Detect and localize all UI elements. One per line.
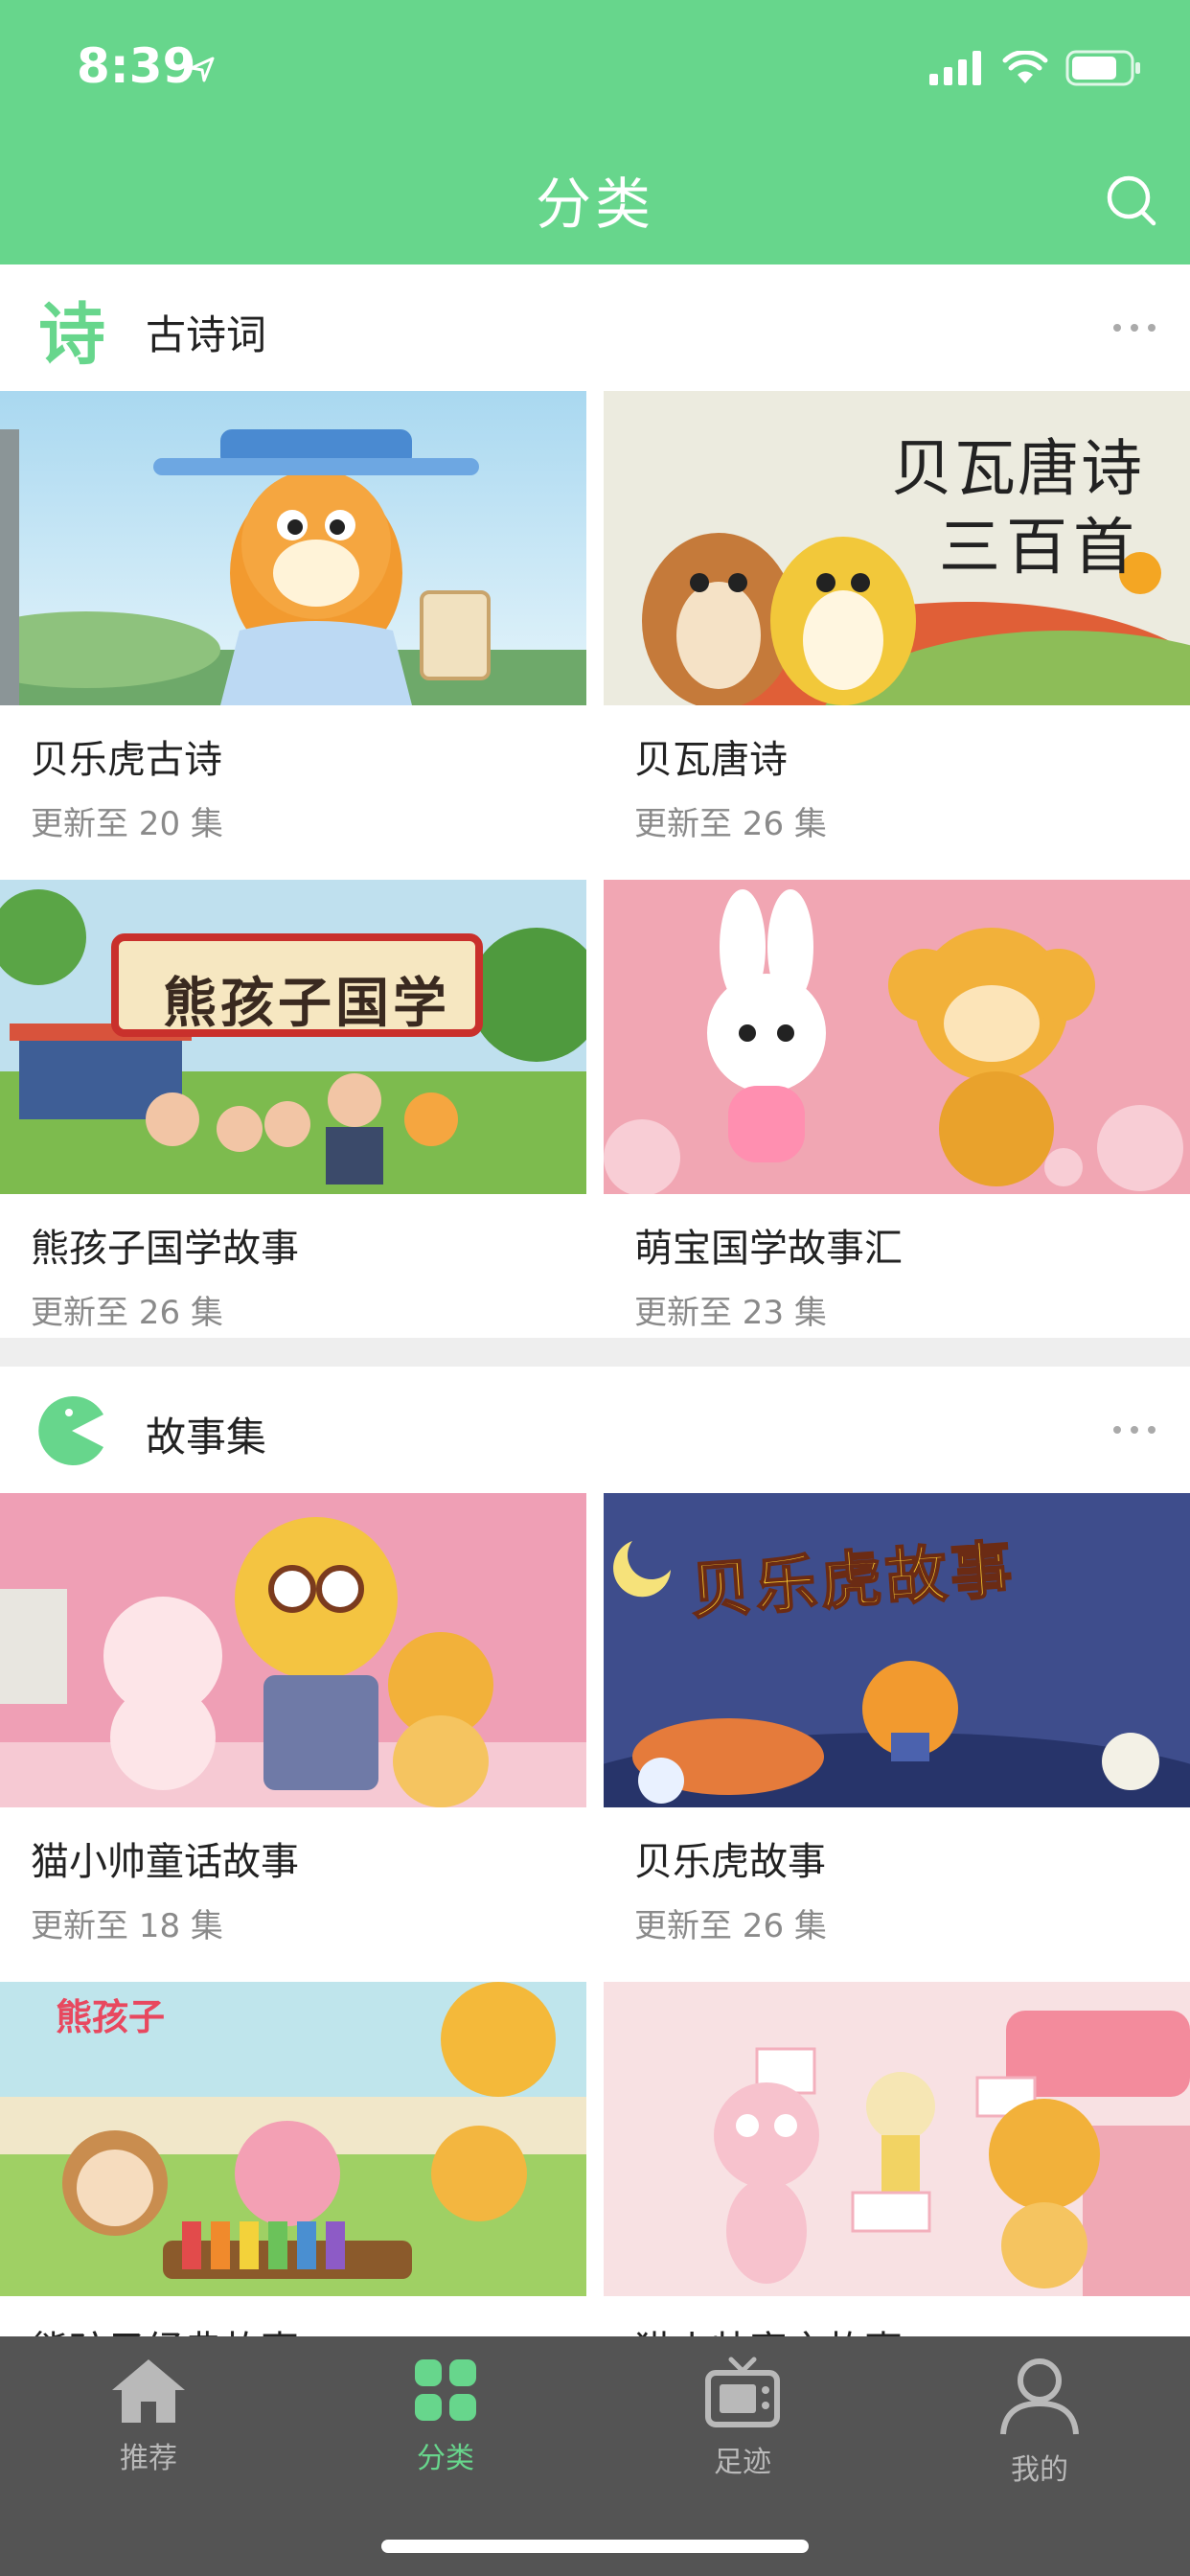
- tab-history[interactable]: 足迹: [647, 2356, 838, 2480]
- thumbnail-caption: 三百首: [939, 513, 1140, 584]
- card-xionghaizi-classic[interactable]: 熊孩子 熊孩子经典故事: [0, 1982, 586, 2336]
- section-header: 故事集: [0, 1367, 1190, 1493]
- card-beiwa-tang-poems[interactable]: 贝瓦唐诗 三百首 贝瓦唐诗 更新至 26 集: [604, 391, 1190, 878]
- card-episodes: 更新至 26 集: [634, 1907, 827, 1945]
- section-title: 故事集: [146, 1414, 267, 1460]
- thumbnail: [604, 880, 1190, 1194]
- status-time: 8:39: [77, 38, 196, 94]
- home-icon: [112, 2359, 185, 2423]
- thumbnail: [0, 1493, 586, 1807]
- pacman-section-icon: [34, 1393, 109, 1468]
- thumbnail: [604, 1982, 1190, 2296]
- card-xionghaizi-guoxue[interactable]: 熊孩子国学 熊孩子国学故事 更新至 26 集: [0, 880, 586, 1338]
- card-title: 猫小帅寓言故事: [634, 2319, 903, 2336]
- location-arrow-icon: [190, 57, 215, 82]
- card-episodes: 更新至 23 集: [634, 1294, 827, 1332]
- card-title: 贝乐虎故事: [634, 1840, 826, 1884]
- card-title: 贝瓦唐诗: [634, 738, 788, 782]
- tab-label: 我的: [1011, 2453, 1068, 2487]
- card-title: 贝乐虎古诗: [31, 738, 222, 782]
- tab-label: 分类: [417, 2442, 474, 2475]
- card-beilehu-poems[interactable]: 贝乐虎古诗 更新至 20 集: [0, 391, 586, 878]
- card-episodes: 更新至 18 集: [31, 1907, 223, 1945]
- card-episodes: 更新至 26 集: [31, 1294, 223, 1332]
- card-episodes: 更新至 20 集: [31, 805, 223, 843]
- battery-icon: [1065, 50, 1140, 86]
- search-icon[interactable]: [1102, 169, 1163, 230]
- grid-icon: [415, 2359, 476, 2421]
- home-indicator[interactable]: [381, 2540, 809, 2553]
- thumbnail-caption: 贝瓦唐诗: [891, 434, 1144, 505]
- section-title: 古诗词: [146, 311, 267, 358]
- section-header: 诗 古诗词: [0, 264, 1190, 391]
- card-title: 熊孩子国学故事: [31, 1227, 299, 1271]
- tv-icon: [705, 2357, 780, 2427]
- signal-icon: [929, 51, 981, 85]
- thumbnail: 熊孩子国学: [0, 880, 586, 1194]
- card-maoxiaoshuai-fairytale[interactable]: 猫小帅童话故事 更新至 18 集: [0, 1493, 586, 1980]
- card-beilehu-stories[interactable]: 贝乐虎故事 贝乐虎故事 更新至 26 集: [604, 1493, 1190, 1980]
- thumbnail: 贝瓦唐诗 三百首: [604, 391, 1190, 705]
- more-icon[interactable]: [1113, 324, 1156, 332]
- thumbnail: [0, 391, 586, 705]
- section-poetry: 诗 古诗词 贝乐虎古诗 更新至 20 集 贝瓦唐诗 三百首 贝瓦唐诗 更新至 2…: [0, 264, 1190, 1338]
- tab-label: 足迹: [714, 2446, 771, 2479]
- wifi-icon: [1002, 51, 1048, 83]
- tab-recommend[interactable]: 推荐: [53, 2356, 244, 2476]
- header-bar: 8:39 分类: [0, 0, 1190, 264]
- page-title: 分类: [535, 172, 654, 237]
- section-stories: 故事集 猫小帅童话故事 更新至 18 集 贝乐虎故事 贝乐虎故事 更新至 26 …: [0, 1367, 1190, 2336]
- person-icon: [1000, 2358, 1079, 2435]
- thumbnail: 贝乐虎故事: [604, 1493, 1190, 1807]
- card-maoxiaoshuai-fables[interactable]: 猫小帅寓言故事: [604, 1982, 1190, 2336]
- category-list[interactable]: 诗 古诗词 贝乐虎古诗 更新至 20 集 贝瓦唐诗 三百首 贝瓦唐诗 更新至 2…: [0, 264, 1190, 2336]
- thumbnail-caption: 熊孩子: [56, 1996, 166, 2038]
- status-icons: [929, 50, 1142, 86]
- card-title: 熊孩子经典故事: [31, 2319, 299, 2336]
- thumbnail: 熊孩子: [0, 1982, 586, 2296]
- tab-mine[interactable]: 我的: [944, 2356, 1135, 2488]
- more-icon[interactable]: [1113, 1426, 1156, 1434]
- tab-label: 推荐: [120, 2442, 177, 2475]
- card-title: 猫小帅童话故事: [31, 1840, 299, 1884]
- thumbnail-caption: 熊孩子国学: [163, 972, 450, 1035]
- card-episodes: 更新至 26 集: [634, 805, 827, 843]
- card-mengbao-guoxue[interactable]: 萌宝国学故事汇 更新至 23 集: [604, 880, 1190, 1338]
- poetry-section-icon: 诗: [38, 293, 105, 374]
- tab-category[interactable]: 分类: [350, 2356, 541, 2476]
- card-title: 萌宝国学故事汇: [634, 1227, 903, 1271]
